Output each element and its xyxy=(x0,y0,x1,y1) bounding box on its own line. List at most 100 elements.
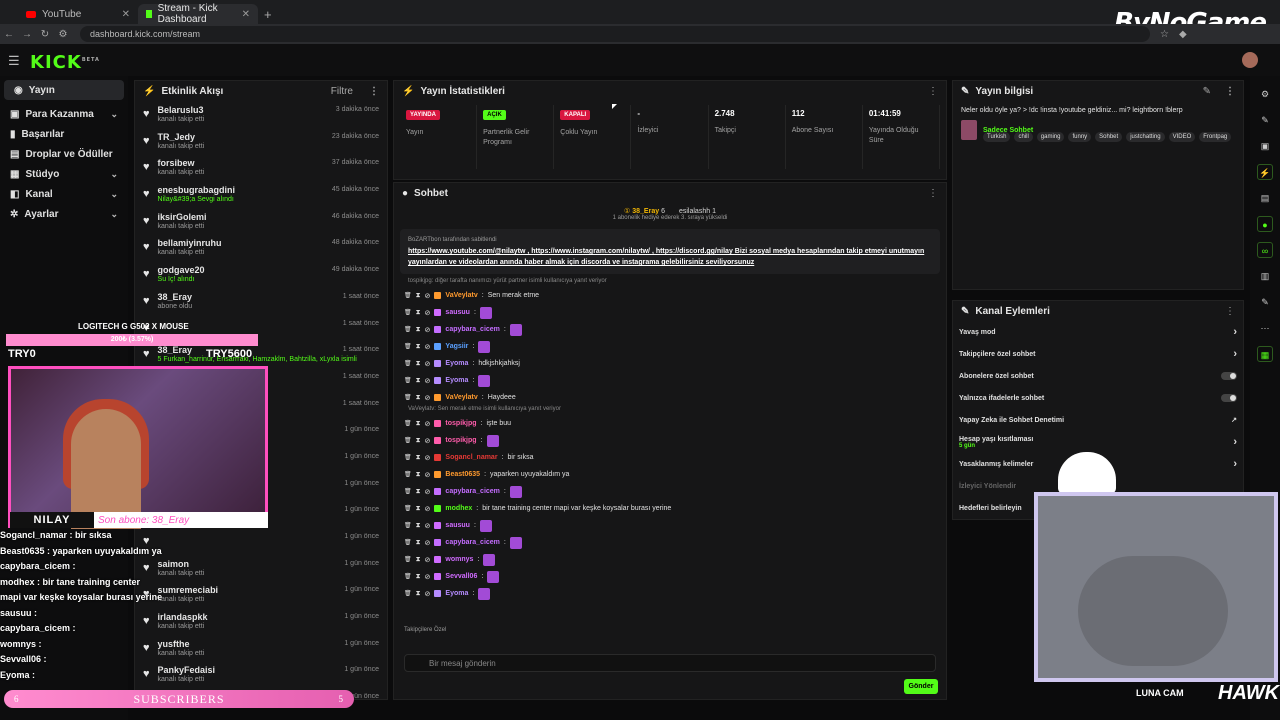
timeout-icon[interactable]: ⧗ xyxy=(416,539,421,547)
stream-tag[interactable]: VIDEO xyxy=(1168,132,1196,142)
url-input[interactable]: dashboard.kick.com/stream xyxy=(80,26,1150,42)
sidebar-item-yayin[interactable]: ◉ Yayın xyxy=(4,80,124,100)
ban-icon[interactable]: ⊘ xyxy=(425,377,431,385)
activity-row[interactable]: ♥ forsibew kanalı takip etti 37 dakika önce xyxy=(135,154,387,181)
activity-row[interactable]: ♥ 38_Eray abone oldu 1 saat önce xyxy=(135,288,387,315)
ban-icon[interactable]: ⊘ xyxy=(425,454,431,462)
toggle-switch[interactable] xyxy=(1221,394,1237,402)
timeout-icon[interactable]: ⧗ xyxy=(416,454,421,462)
server-icon[interactable]: ▥ xyxy=(1257,268,1273,284)
delete-icon[interactable]: 🗑 xyxy=(404,360,412,367)
link-icon[interactable]: ∞ xyxy=(1257,242,1273,258)
channel-action-row[interactable]: Takipçilere özel sohbet › xyxy=(953,343,1243,365)
tab-kick-dashboard[interactable]: Stream - Kick Dashboard ✕ xyxy=(138,3,258,25)
stream-tag[interactable]: Sohbet xyxy=(1095,132,1123,142)
activity-row[interactable]: ♥ Belaruslu3 kanalı takip etti 3 dakika önc… xyxy=(135,101,387,128)
close-tab-icon[interactable]: ✕ xyxy=(122,9,130,20)
close-tab-icon[interactable]: ✕ xyxy=(242,9,250,20)
delete-icon[interactable]: 🗑 xyxy=(404,488,412,495)
ban-icon[interactable]: ⊘ xyxy=(425,420,431,428)
channel-action-row[interactable]: Yavaş mod › xyxy=(953,321,1243,343)
chat-username[interactable]: VaVeylatv xyxy=(445,292,477,299)
chat-message[interactable]: 🗑 ⧗ ⊘ capybara_cicem: xyxy=(404,534,936,551)
chat-username[interactable]: Sogancl_namar xyxy=(445,454,497,461)
ban-icon[interactable]: ⊘ xyxy=(425,292,431,300)
chat-username[interactable]: Beast0635 xyxy=(445,471,480,478)
ban-icon[interactable]: ⊘ xyxy=(425,505,431,513)
ban-icon[interactable]: ⊘ xyxy=(425,326,431,334)
chat-username[interactable]: capybara_cicem xyxy=(445,488,499,495)
share-icon[interactable]: ⋯ xyxy=(1257,320,1273,336)
toggle-switch[interactable] xyxy=(1221,372,1237,380)
delete-icon[interactable]: 🗑 xyxy=(404,454,412,461)
chat-username[interactable]: sausuu xyxy=(445,309,470,316)
delete-icon[interactable]: 🗑 xyxy=(404,377,412,384)
activity-row[interactable]: ♥ TR_Jedy kanalı takip etti 23 dakika önce xyxy=(135,128,387,155)
ban-icon[interactable]: ⊘ xyxy=(425,360,431,368)
reload-icon[interactable]: ↻ xyxy=(36,29,54,40)
delete-icon[interactable]: 🗑 xyxy=(404,326,412,333)
delete-icon[interactable]: 🗑 xyxy=(404,437,412,444)
ban-icon[interactable]: ⊘ xyxy=(425,573,431,581)
delete-icon[interactable]: 🗑 xyxy=(404,539,412,546)
channel-action-row[interactable]: Hesap yaşı kısıtlaması 5 gün › xyxy=(953,431,1243,453)
ban-icon[interactable]: ⊘ xyxy=(425,522,431,530)
delete-icon[interactable]: 🗑 xyxy=(404,573,412,580)
stream-tag[interactable]: funny xyxy=(1068,132,1092,142)
wrench-icon[interactable]: ✎ xyxy=(1257,294,1273,310)
delete-icon[interactable]: 🗑 xyxy=(404,590,412,597)
stream-tag[interactable]: Frontpag xyxy=(1199,132,1232,142)
lightning-icon[interactable]: ⚡ xyxy=(1257,164,1273,180)
menu-icon[interactable]: ☰ xyxy=(8,53,20,69)
filter-button[interactable]: Filtre xyxy=(331,86,353,97)
gift-leader[interactable]: ① 38_Eray 6 xyxy=(624,207,665,215)
chat-message[interactable]: 🗑 ⧗ ⊘ sausuu: xyxy=(404,304,936,321)
ban-icon[interactable]: ⊘ xyxy=(425,488,431,496)
activity-row[interactable]: ♥ enesbugrabagdini Nilay&#39;a Sevgi alınd… xyxy=(135,181,387,208)
chat-username[interactable]: Eyoma xyxy=(445,590,468,597)
chat-message[interactable]: 🗑 ⧗ ⊘ Sevvall06: xyxy=(404,568,936,585)
ban-icon[interactable]: ⊘ xyxy=(425,343,431,351)
delete-icon[interactable]: 🗑 xyxy=(404,420,412,427)
delete-icon[interactable]: 🗑 xyxy=(404,505,412,512)
delete-icon[interactable]: 🗑 xyxy=(404,471,412,478)
chat-message[interactable]: 🗑 ⧗ ⊘ tospikjpg: xyxy=(404,432,936,449)
sidebar-item-ayarlar[interactable]: ✲ Ayarlar ⌄ xyxy=(0,204,128,224)
timeout-icon[interactable]: ⧗ xyxy=(416,326,421,334)
timeout-icon[interactable]: ⧗ xyxy=(416,590,421,598)
calendar-icon[interactable]: ▦ xyxy=(1257,346,1273,362)
timeout-icon[interactable]: ⧗ xyxy=(416,377,421,385)
chat-message[interactable]: 🗑 ⧗ ⊘ capybara_cicem: xyxy=(404,321,936,338)
chat-username[interactable]: Sevvall06 xyxy=(445,573,477,580)
chat-message[interactable]: 🗑 ⧗ ⊘ modhex: bir tane training center mapi … xyxy=(404,500,936,517)
sidebar-item-kanal[interactable]: ◧ Kanal ⌄ xyxy=(0,184,128,204)
tab-youtube[interactable]: YouTube ✕ xyxy=(18,4,138,24)
delete-icon[interactable]: 🗑 xyxy=(404,394,412,401)
more-icon[interactable]: ⋮ xyxy=(1225,86,1235,97)
timeout-icon[interactable]: ⧗ xyxy=(416,360,421,368)
chat-message[interactable]: 🗑 ⧗ ⊘ VaVeylatv: Haydeee xyxy=(404,389,936,406)
ban-icon[interactable]: ⊘ xyxy=(425,471,431,479)
timeout-icon[interactable]: ⧗ xyxy=(416,420,421,428)
chat-username[interactable]: tospikjpg xyxy=(445,437,476,444)
extension-icon[interactable]: ◆ xyxy=(1179,29,1187,40)
ban-icon[interactable]: ⊘ xyxy=(425,394,431,402)
edit-icon[interactable]: ✎ xyxy=(1257,112,1273,128)
ban-icon[interactable]: ⊘ xyxy=(425,309,431,317)
timeout-icon[interactable]: ⧗ xyxy=(416,292,421,300)
timeout-icon[interactable]: ⧗ xyxy=(416,309,421,317)
chat-message[interactable]: 🗑 ⧗ ⊘ Eyoma: hdkjshkjahksj xyxy=(404,355,936,372)
stream-tag[interactable]: gaming xyxy=(1036,132,1065,142)
chat-input[interactable]: Bir mesaj gönderin xyxy=(404,654,936,672)
new-tab-button[interactable]: + xyxy=(264,7,272,22)
timeout-icon[interactable]: ⧗ xyxy=(416,437,421,445)
timeout-icon[interactable]: ⧗ xyxy=(416,505,421,513)
chat-username[interactable]: capybara_cicem xyxy=(445,326,499,333)
more-icon[interactable]: ⋮ xyxy=(928,86,938,97)
layout-icon[interactable]: ▣ xyxy=(1257,138,1273,154)
timeout-icon[interactable]: ⧗ xyxy=(416,394,421,402)
chat-username[interactable]: tospikjpg xyxy=(445,420,476,427)
ban-icon[interactable]: ⊘ xyxy=(425,437,431,445)
ban-icon[interactable]: ⊘ xyxy=(425,590,431,598)
timeout-icon[interactable]: ⧗ xyxy=(416,522,421,530)
